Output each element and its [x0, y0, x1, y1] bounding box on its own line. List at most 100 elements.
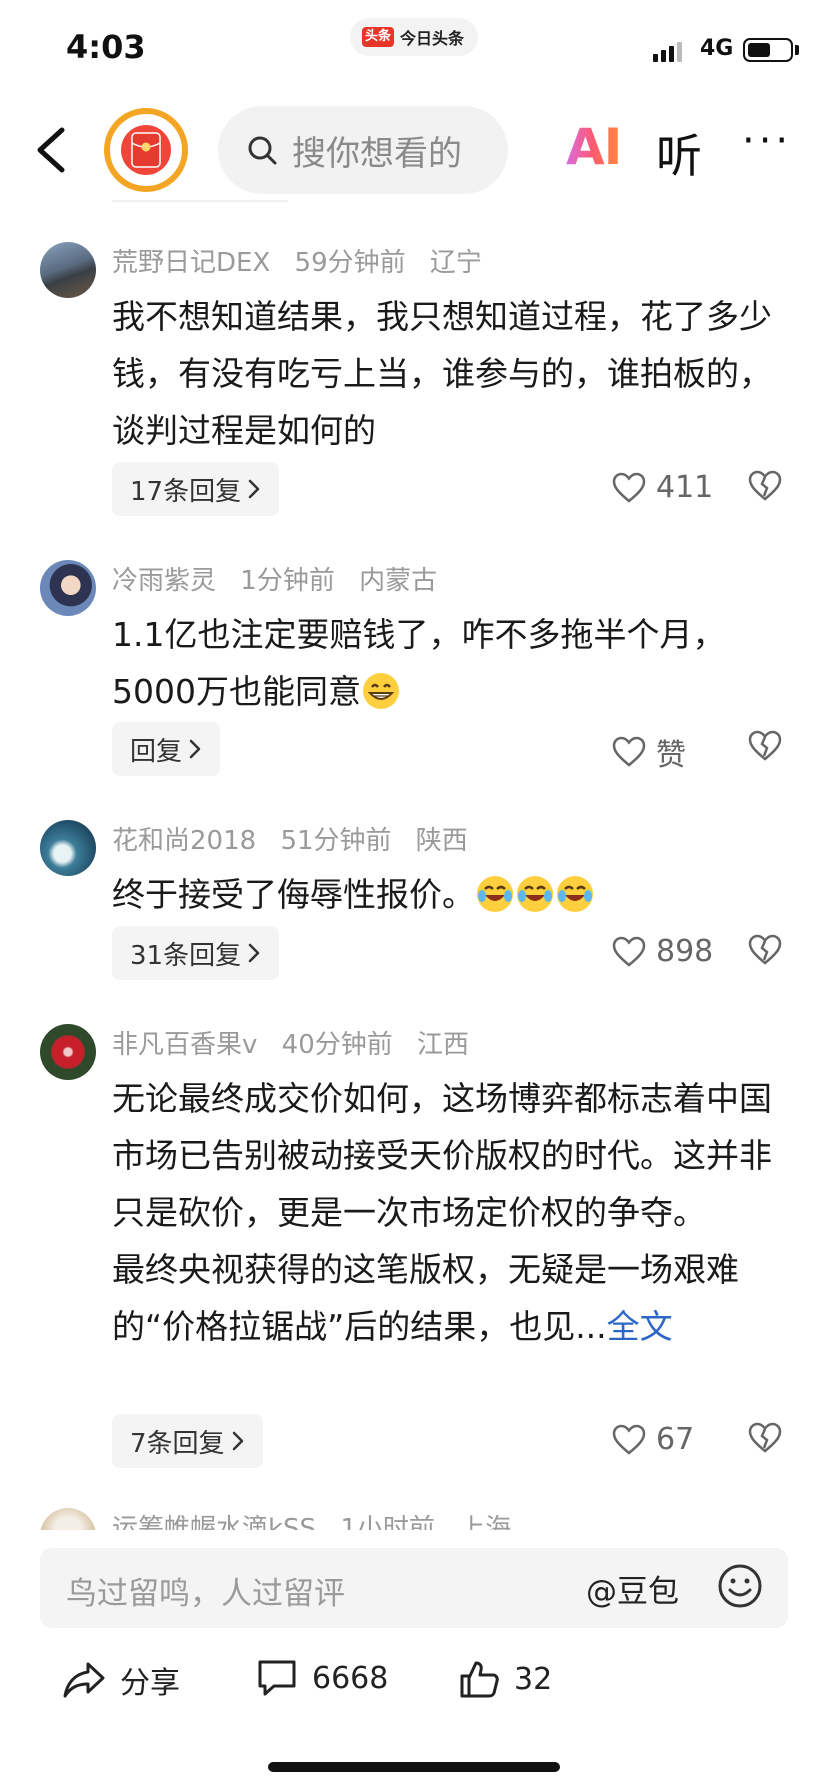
comment-time: 59分钟前	[294, 248, 406, 278]
comment-time: 1小时前	[340, 1514, 435, 1530]
comments-count: 6668	[312, 1660, 389, 1696]
like-label: 赞	[656, 738, 686, 773]
full-text-link[interactable]: 全文	[607, 1307, 673, 1346]
search-icon	[248, 136, 277, 165]
reply-button[interactable]: 31条回复	[112, 926, 280, 980]
author-name[interactable]: 冷雨紫灵	[112, 566, 216, 596]
author-name[interactable]: 运筹帷幄水滴kSS	[112, 1514, 316, 1530]
reply-button[interactable]: 17条回复	[112, 462, 280, 516]
comment-text-content: 终于接受了侮辱性报价。	[112, 875, 475, 914]
heart-icon	[612, 472, 646, 503]
like-count: 411	[656, 470, 714, 505]
thumbs-up-icon	[460, 1661, 499, 1698]
avatar[interactable]	[40, 1024, 96, 1080]
comment-text: 我不想知道结果，我只想知道过程，花了多少钱，有没有吃亏上当，谁参与的，谁拍板的，…	[112, 297, 772, 450]
like-button[interactable]: 67	[612, 1422, 694, 1457]
like-article-button[interactable]: 32	[458, 1658, 552, 1700]
author-name[interactable]: 花和尚2018	[112, 826, 256, 856]
back-button[interactable]	[30, 120, 74, 180]
comment-location: 辽宁	[429, 248, 482, 278]
broken-heart-icon	[748, 1422, 782, 1453]
like-count: 898	[656, 934, 714, 969]
broken-heart-icon	[748, 934, 782, 965]
laugh-cry-emoji-icon	[517, 876, 553, 912]
ai-button[interactable]: AI	[566, 118, 622, 176]
comment-item: 冷雨紫灵 1分钟前 内蒙古 1.1亿也注定要赔钱了，咋不多拖半个月，5000万也…	[0, 548, 828, 776]
avatar[interactable]	[40, 820, 96, 876]
listen-button[interactable]: 听	[656, 120, 702, 186]
share-icon	[63, 1662, 105, 1698]
app-name: 今日头条	[400, 29, 465, 48]
comment-meta: 运筹帷幄水滴kSS 1小时前 上海	[112, 1508, 527, 1530]
likes-count: 32	[514, 1661, 553, 1697]
reply-button[interactable]: 7条回复	[112, 1414, 263, 1468]
dislike-button[interactable]	[748, 934, 782, 970]
comment-item: 运筹帷幄水滴kSS 1小时前 上海	[0, 1496, 828, 1530]
search-bar[interactable]: 搜你想看的	[218, 106, 508, 194]
comment-location: 上海	[459, 1514, 512, 1530]
share-label: 分享	[120, 1666, 180, 1701]
like-button[interactable]: 898	[612, 934, 713, 969]
heart-icon	[612, 736, 646, 767]
broken-heart-icon	[748, 470, 782, 501]
chevron-right-icon	[248, 943, 260, 963]
emoji-picker-icon[interactable]	[716, 1562, 764, 1610]
comment-location: 陕西	[415, 826, 468, 856]
comment-meta: 荒野日记DEX 59分钟前 辽宁	[112, 242, 498, 279]
reply-button[interactable]: 回复	[112, 722, 221, 776]
comment-paragraph: 最终央视获得的这笔版权，无疑是一场艰难的“价格拉锯战”后的结果，也见...全文	[112, 1241, 772, 1355]
battery-icon	[743, 38, 793, 62]
comment-paragraph: 无论最终成交价如何，这场博弈都标志着中国市场已告别被动接受天价版权的时代。这并非…	[112, 1079, 772, 1232]
app-indicator-pill[interactable]: 头条 今日头条	[350, 18, 478, 56]
comment-time: 51分钟前	[280, 826, 392, 856]
chevron-left-icon	[37, 127, 65, 173]
laugh-cry-emoji-icon	[477, 876, 513, 912]
avatar[interactable]	[40, 242, 96, 298]
reply-label: 回复	[130, 736, 183, 767]
red-packet-button[interactable]	[104, 108, 188, 192]
comment-meta: 花和尚2018 51分钟前 陕西	[112, 820, 484, 857]
avatar[interactable]	[40, 1508, 96, 1530]
more-button[interactable]: ···	[742, 118, 792, 164]
comments-button[interactable]: 6668	[256, 1658, 388, 1698]
comment-meta: 冷雨紫灵 1分钟前 内蒙古	[112, 560, 453, 597]
status-bar: 4:03 头条 今日头条 4G	[0, 0, 828, 100]
comment-text: 终于接受了侮辱性报价。	[112, 866, 772, 923]
app-logo-icon: 头条	[362, 27, 395, 47]
home-indicator[interactable]	[268, 1762, 560, 1772]
network-type: 4G	[700, 36, 734, 61]
avatar[interactable]	[40, 560, 96, 616]
reply-count: 17条回复	[130, 476, 242, 507]
reply-count: 31条回复	[130, 940, 242, 971]
bottom-bar-fade-overlay	[560, 1640, 828, 1740]
author-name[interactable]: 荒野日记DEX	[112, 248, 270, 278]
signal-icon	[653, 40, 682, 62]
chevron-right-icon	[189, 739, 201, 759]
like-button[interactable]: 411	[612, 470, 713, 505]
like-button[interactable]: 赞	[612, 730, 686, 774]
battery-tip	[795, 45, 799, 55]
dislike-button[interactable]	[748, 730, 782, 766]
comment-icon	[258, 1660, 296, 1696]
comment-input-placeholder: 鸟过留鸣，人过留评	[66, 1576, 345, 1612]
comment-input[interactable]: 鸟过留鸣，人过留评 @豆包	[40, 1548, 788, 1628]
comment-time: 40分钟前	[281, 1030, 393, 1060]
comment-item: 花和尚2018 51分钟前 陕西 终于接受了侮辱性报价。 31条回复 898	[0, 808, 828, 988]
divider	[112, 200, 288, 202]
mention-doubao-button[interactable]: @豆包	[586, 1566, 679, 1611]
red-packet-icon	[121, 125, 171, 175]
comment-text: 无论最终成交价如何，这场博弈都标志着中国市场已告别被动接受天价版权的时代。这并非…	[112, 1070, 772, 1355]
top-nav: 搜你想看的 AI 听 ···	[0, 100, 828, 200]
comment-item: 非凡百香果v 40分钟前 江西 无论最终成交价如何，这场博弈都标志着中国市场已告…	[0, 1012, 828, 1468]
heart-icon	[612, 1424, 646, 1455]
laugh-cry-emoji-icon	[557, 876, 593, 912]
share-button[interactable]: 分享	[62, 1658, 180, 1702]
search-placeholder: 搜你想看的	[292, 133, 462, 174]
dislike-button[interactable]	[748, 470, 782, 506]
status-time: 4:03	[66, 28, 146, 66]
author-name[interactable]: 非凡百香果v	[112, 1030, 257, 1060]
dislike-button[interactable]	[748, 1422, 782, 1458]
reply-count: 7条回复	[130, 1428, 225, 1459]
comment-location: 内蒙古	[359, 566, 438, 596]
chevron-right-icon	[232, 1431, 243, 1451]
